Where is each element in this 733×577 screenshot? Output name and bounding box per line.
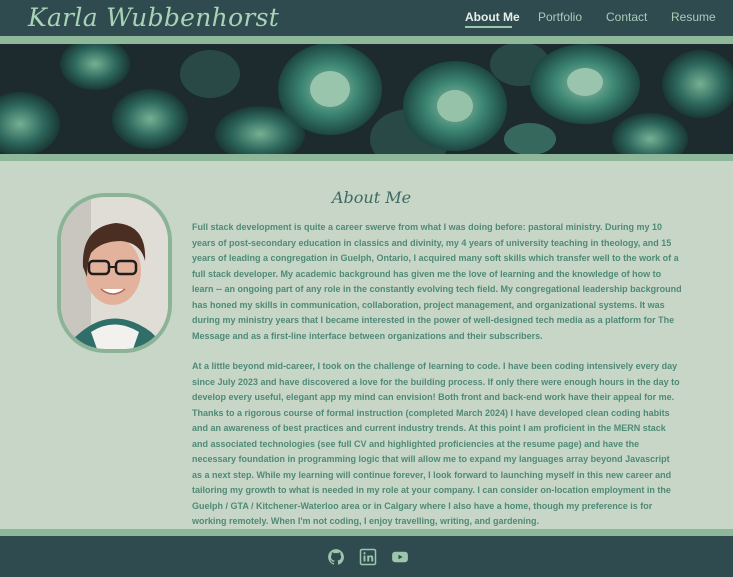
about-paragraph-2: At a little beyond mid-career, I took on… (192, 361, 680, 526)
nav-active-underline (465, 26, 512, 28)
profile-photo (57, 193, 172, 353)
portrait-illustration (61, 197, 168, 349)
youtube-icon[interactable] (391, 548, 409, 566)
succulent-banner-image (0, 44, 733, 154)
footer-accent-strip (0, 529, 733, 536)
site-brand[interactable]: Karla Wubbenhorst (28, 3, 279, 32)
nav-portfolio[interactable]: Portfolio (538, 10, 582, 24)
site-footer (0, 536, 733, 577)
nav-about-me[interactable]: About Me (465, 10, 520, 24)
nav-resume[interactable]: Resume (671, 10, 716, 24)
about-heading: About Me (332, 188, 412, 207)
nav-contact[interactable]: Contact (606, 10, 647, 24)
banner-accent-strip (0, 154, 733, 161)
succulent-illustration (0, 44, 733, 154)
linkedin-icon[interactable] (359, 548, 377, 566)
site-header: Karla Wubbenhorst About Me Portfolio Con… (0, 0, 733, 36)
header-accent-strip (0, 36, 733, 44)
github-icon[interactable] (327, 548, 345, 566)
about-paragraph-1: Full stack development is quite a career… (192, 222, 682, 341)
